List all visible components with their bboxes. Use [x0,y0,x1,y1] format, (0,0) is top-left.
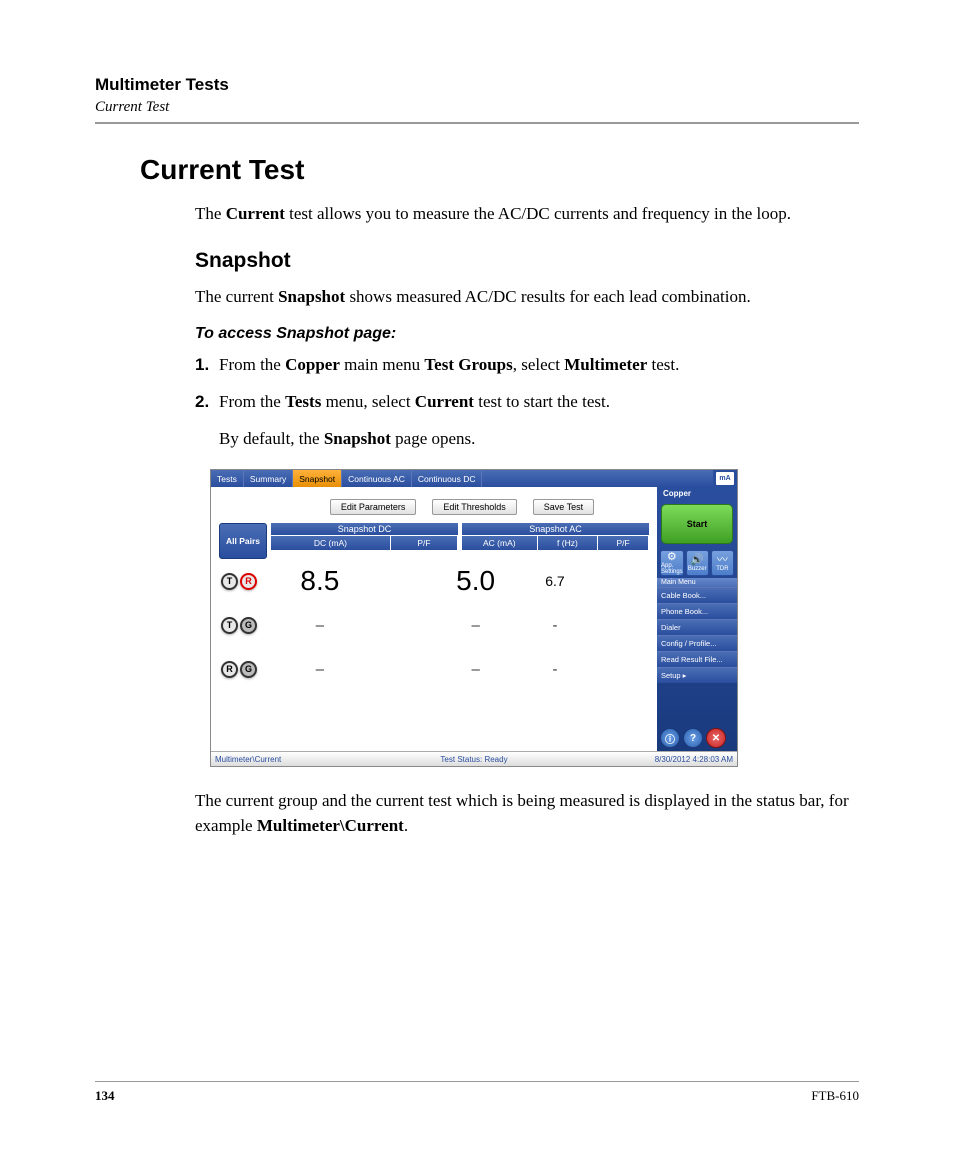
status-timestamp: 8/30/2012 4:28:03 AM [560,755,733,764]
all-pairs-button[interactable]: All Pairs [219,523,267,559]
f-hz-header: f (Hz) [538,536,599,550]
close-button[interactable]: ✕ [706,728,726,748]
app-settings-button[interactable]: ⚙App. Settings [660,550,684,576]
buzzer-button[interactable]: 🔊Buzzer [686,550,709,576]
snapshot-intro: The current Snapshot shows measured AC/D… [195,285,859,310]
access-heading: To access Snapshot page: [195,325,859,343]
side-title: Copper [657,487,737,500]
action-button-row: Edit Parameters Edit Thresholds Save Tes… [275,499,649,515]
main-panel: Edit Parameters Edit Thresholds Save Tes… [211,487,657,751]
menu-cable-book[interactable]: Cable Book... [657,587,737,603]
start-button[interactable]: Start [661,504,733,544]
status-path: Multimeter\Current [215,755,388,764]
ac-value-tg: – [432,617,520,634]
page-number: 134 [95,1088,115,1104]
subsection-heading: Snapshot [195,249,859,273]
ac-value-rg: – [432,661,520,678]
f-value-tr: 6.7 [520,573,591,589]
default-paragraph: By default, the Snapshot page opens. [219,427,859,452]
ma-icon: mA [715,471,735,486]
section-heading: Current Test [140,154,859,186]
main-menu-header: Main Menu [657,578,737,587]
f-value-tg: - [520,617,591,634]
ac-ma-header: AC (mA) [462,536,538,550]
intro-paragraph: The Current test allows you to measure t… [195,202,859,227]
pair-tg-icon: T G [219,617,267,634]
dc-pf-header: P/F [391,536,458,550]
section-subtitle: Current Test [95,99,859,116]
model-label: FTB-610 [811,1088,859,1104]
wave-icon: 〰 [717,555,728,566]
dc-value-tg: – [267,617,373,634]
pair-rg-icon: R G [219,661,267,678]
menu-read-result[interactable]: Read Result File... [657,651,737,667]
tab-summary[interactable]: Summary [244,470,293,487]
footer-rule [95,1081,859,1082]
steps-list: 1. From the Copper main menu Test Groups… [195,353,859,414]
tdr-button[interactable]: 〰TDR [711,550,734,576]
step-2: 2. From the Tests menu, select Current t… [195,390,859,415]
status-bar: Multimeter\Current Test Status: Ready 8/… [211,751,737,766]
f-value-rg: - [520,661,591,678]
menu-phone-book[interactable]: Phone Book... [657,603,737,619]
info-button[interactable]: ⓘ [660,728,680,748]
menu-setup[interactable]: Setup ▸ [657,667,737,683]
side-panel: Copper Start ⚙App. Settings 🔊Buzzer 〰TDR… [657,487,737,751]
dc-value-tr: 8.5 [267,565,373,597]
ac-value-tr: 5.0 [432,565,520,597]
content: Current Test The Current test allows you… [140,154,859,838]
edit-thresholds-button[interactable]: Edit Thresholds [432,499,516,515]
closing-paragraph: The current group and the current test w… [195,789,859,838]
dc-value-rg: – [267,661,373,678]
help-button[interactable]: ? [683,728,703,748]
menu-config-profile[interactable]: Config / Profile... [657,635,737,651]
data-row-tg: T G – – - [219,603,649,647]
snapshot-ac-header: Snapshot AC [462,523,649,536]
edit-parameters-button[interactable]: Edit Parameters [330,499,417,515]
menu-dialer[interactable]: Dialer [657,619,737,635]
side-icon-row: ⚙App. Settings 🔊Buzzer 〰TDR [660,550,734,576]
page-header: Multimeter Tests Current Test [95,75,859,124]
tab-continuous-ac[interactable]: Continuous AC [342,470,412,487]
gear-icon: ⚙ [667,552,677,563]
data-row-tr: T R 8.5 5.0 6.7 [219,559,649,603]
data-row-rg: R G – – - [219,647,649,691]
dc-ma-header: DC (mA) [271,536,391,550]
save-test-button[interactable]: Save Test [533,499,594,515]
pair-tr-icon: T R [219,573,267,590]
status-ready: Test Status: Ready [388,755,561,764]
bottom-icon-row: ⓘ ? ✕ [660,728,734,748]
tab-tests[interactable]: Tests [211,470,244,487]
ac-pf-header: P/F [598,536,649,550]
close-icon: ✕ [712,733,720,744]
page-footer: 134 FTB-610 [95,1081,859,1104]
snapshot-dc-header: Snapshot DC [271,523,458,536]
speaker-icon: 🔊 [690,555,704,566]
header-rule [95,122,859,124]
device-screenshot: Tests Summary Snapshot Continuous AC Con… [210,469,859,767]
tab-continuous-dc[interactable]: Continuous DC [412,470,483,487]
tab-snapshot[interactable]: Snapshot [293,470,342,487]
help-icon: ? [690,733,696,744]
table-header: All Pairs Snapshot DC DC (mA) P/F Snapsh… [219,523,649,559]
info-icon: ⓘ [665,731,675,746]
tab-bar: Tests Summary Snapshot Continuous AC Con… [211,470,737,487]
chapter-title: Multimeter Tests [95,75,859,95]
step-1: 1. From the Copper main menu Test Groups… [195,353,859,378]
